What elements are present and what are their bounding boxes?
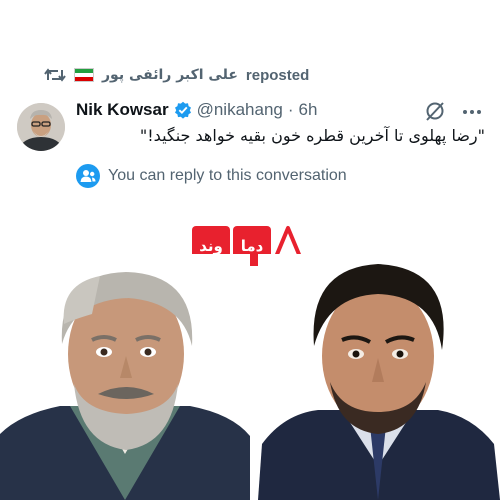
reply-restriction: You can reply to this conversation xyxy=(76,164,347,188)
reply-restriction-text: You can reply to this conversation xyxy=(108,167,347,184)
verified-badge-icon xyxy=(174,101,192,119)
tweet-text: "رضا پهلوی تا آخرین قطره خون بقیه خواهد … xyxy=(139,126,485,145)
author-name[interactable]: Nik Kowsar xyxy=(76,100,169,120)
left-portrait-photo xyxy=(0,254,250,500)
tweet-header: Nik Kowsar @nikahang · 6h xyxy=(76,100,317,120)
meta-separator: · xyxy=(287,100,294,119)
people-icon xyxy=(76,164,100,188)
grok-icon[interactable] xyxy=(424,100,446,122)
repost-header: علی اکبر رائفی پور reposted xyxy=(44,64,309,86)
repost-icon xyxy=(44,66,66,84)
tweet-time[interactable]: 6h xyxy=(299,100,318,120)
repost-label: reposted xyxy=(245,66,310,84)
author-avatar[interactable] xyxy=(17,103,65,151)
reposter-name[interactable]: علی اکبر رائفی پور xyxy=(102,67,238,83)
tweet-media-image[interactable]: وند دما xyxy=(0,212,500,500)
right-portrait-photo xyxy=(258,254,500,500)
author-handle[interactable]: @nikahang xyxy=(197,100,283,120)
iran-flag-icon xyxy=(74,68,94,82)
more-options-icon[interactable] xyxy=(460,103,484,121)
